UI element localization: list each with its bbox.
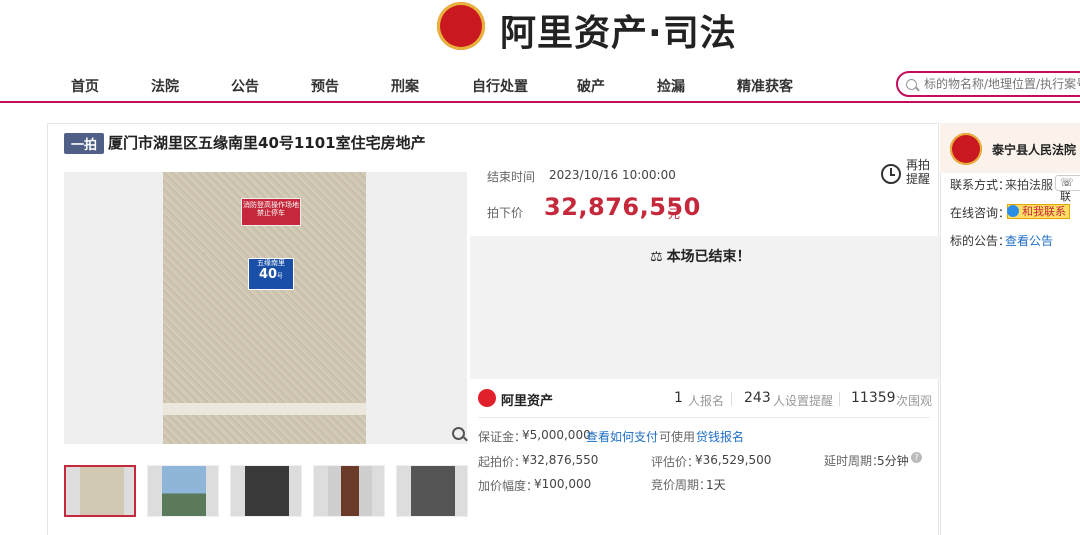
bid-period-label: 竞价周期： xyxy=(651,478,712,492)
eval-price-label: 评估价： xyxy=(651,455,700,469)
wangwang-chat-icon xyxy=(1007,205,1019,217)
round-badge: 一拍 xyxy=(64,133,105,154)
loan-signup-link[interactable]: 贷钱报名 xyxy=(696,428,744,445)
nav-item-bargain[interactable]: 捡漏 xyxy=(657,76,685,96)
help-icon[interactable]: ? xyxy=(911,452,922,463)
photo-wall-stripe xyxy=(163,403,366,415)
court-emblem-icon xyxy=(950,133,982,165)
end-time: 2023/10/16 10:00:00 xyxy=(549,168,676,182)
stats-divider xyxy=(478,417,930,418)
notice-label: 标的公告： xyxy=(950,234,1011,248)
consult-label: 在线咨询： xyxy=(950,206,1011,220)
view-notice-link[interactable]: 查看公告 xyxy=(1005,232,1053,249)
nav-item-notice[interactable]: 公告 xyxy=(231,76,259,96)
increment-value: ¥100,000 xyxy=(534,477,592,491)
stat-divider xyxy=(839,392,840,406)
delay-label: 延时周期： xyxy=(824,454,885,468)
thumbnail-5[interactable] xyxy=(396,465,468,517)
alibaba-assets-logo-icon xyxy=(478,389,496,407)
signup-label: 人报名 xyxy=(688,394,725,408)
view-label: 次围观 xyxy=(896,394,933,408)
view-count: 11359 xyxy=(851,390,896,406)
zoom-icon[interactable] xyxy=(452,427,465,440)
platform-name: 阿里资产 xyxy=(501,394,554,409)
brand-sub: ·司法 xyxy=(648,13,737,54)
alibaba-justice-emblem-icon xyxy=(437,2,485,50)
stat-divider xyxy=(731,392,732,406)
site-logo[interactable]: 阿里资产·司法 xyxy=(500,4,737,56)
price-unit: 元 xyxy=(668,207,681,221)
search-box[interactable] xyxy=(896,71,1080,97)
lot-title: 厦门市湖里区五缘南里40号1101室住宅房地产 xyxy=(108,134,426,152)
sign-number: 40号 xyxy=(258,267,284,282)
ended-text: 本场已结束！ xyxy=(666,249,751,265)
signup-count: 1 xyxy=(674,390,683,406)
court-name[interactable]: 泰宁县人民法院 xyxy=(992,141,1076,158)
photo-sign-address: 五缘南里 40号 xyxy=(248,258,294,290)
alarm-clock-icon[interactable] xyxy=(881,164,901,184)
remind-button[interactable]: 再拍提醒 xyxy=(906,158,936,186)
search-input[interactable] xyxy=(922,76,1080,92)
gavel-icon: ⚖ xyxy=(650,249,663,265)
increment-label: 加价幅度： xyxy=(478,479,539,493)
phone-icon: ☏ xyxy=(1060,176,1074,189)
thumbnail-2[interactable] xyxy=(147,465,219,517)
nav-item-bankruptcy[interactable]: 破产 xyxy=(577,76,605,96)
contact-value: 来拍法服 xyxy=(1005,178,1054,192)
deposit-label: 保证金： xyxy=(478,430,527,444)
start-price-label: 起拍价： xyxy=(478,455,527,469)
thumbnail-3[interactable] xyxy=(230,465,302,517)
nav-item-self-disposal[interactable]: 自行处置 xyxy=(472,76,528,96)
bid-period-value: 1天 xyxy=(706,478,726,492)
nav-item-court[interactable]: 法院 xyxy=(151,76,179,96)
contact-label: 联系方式： xyxy=(950,178,1011,192)
search-icon[interactable] xyxy=(906,79,917,90)
nav-item-criminal[interactable]: 刑案 xyxy=(391,76,419,96)
reminder-label: 人设置提醒 xyxy=(773,394,834,408)
eval-price-value: ¥36,529,500 xyxy=(695,453,772,467)
usable-label: 可使用 xyxy=(659,430,696,444)
delay-value: 5分钟 xyxy=(877,454,909,468)
start-price-value: ¥32,876,550 xyxy=(522,453,599,467)
photo-sign-fire: 消防登高操作场地禁止停车 xyxy=(241,198,301,226)
end-time-label: 结束时间 xyxy=(487,170,536,184)
how-to-pay-link[interactable]: 查看如何支付 xyxy=(586,428,658,445)
nav-item-preview[interactable]: 预告 xyxy=(311,76,339,96)
phone-contact-button[interactable]: ☏联 xyxy=(1055,175,1080,203)
nav-divider xyxy=(0,101,1080,103)
thumbnail-4[interactable] xyxy=(313,465,385,517)
thumbnail-1[interactable] xyxy=(64,465,136,517)
deposit-value: ¥5,000,000 xyxy=(522,428,591,442)
brand-name: 阿里资产 xyxy=(500,13,649,54)
nav-item-home[interactable]: 首页 xyxy=(71,76,99,96)
ended-status: ⚖ 本场已结束！ xyxy=(650,246,751,266)
nav-item-leads[interactable]: 精准获客 xyxy=(737,76,793,96)
price-label: 拍下价 xyxy=(487,206,524,220)
reminder-count: 243 xyxy=(744,390,771,406)
